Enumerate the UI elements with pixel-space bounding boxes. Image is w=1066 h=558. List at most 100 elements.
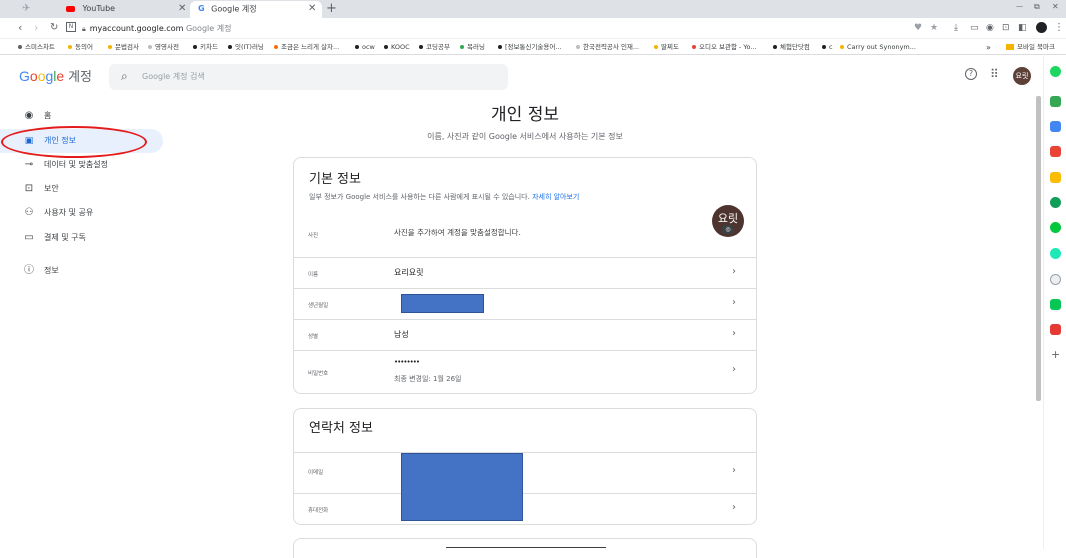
chevron-right-icon: › — [732, 297, 736, 308]
bookmark-item[interactable]: 코딩공부 — [419, 40, 450, 55]
password-row[interactable]: 비밀번호 •••••••• 최종 변경일: 1월 26일 › — [294, 350, 756, 393]
gender-row[interactable]: 성별 남성 › — [294, 319, 756, 350]
extension-green-icon[interactable] — [1050, 66, 1061, 77]
add-extension-icon[interactable]: + — [1051, 348, 1060, 361]
extension-heart-icon[interactable]: ♥ — [914, 21, 922, 35]
extension-icon[interactable]: ⊡ — [1002, 21, 1010, 35]
bookmark-label: 복러닝 — [467, 43, 485, 51]
google-account-logo[interactable]: Google 계정 — [19, 68, 92, 85]
bookmark-item[interactable]: 체험단닷컴 — [773, 40, 810, 55]
nav-item-security[interactable]: ⊡ 보안 — [0, 177, 163, 201]
bookmark-item[interactable]: 딸찌도 — [654, 40, 679, 55]
birthday-row[interactable]: 생년월일 › — [294, 288, 756, 319]
nav-item-home[interactable]: ◉ 홈 — [0, 104, 163, 128]
bookmark-item[interactable]: 동의어 — [68, 40, 93, 55]
menu-icon[interactable]: ⋮ — [1054, 21, 1064, 35]
bookmark-item[interactable]: 영영사전 — [148, 40, 179, 55]
extension-blue-icon[interactable] — [1050, 121, 1061, 132]
learn-more-link[interactable]: 자세히 알아보기 — [532, 193, 579, 201]
extension-green-square-icon[interactable] — [1050, 96, 1061, 107]
page-scrollbar[interactable] — [1036, 96, 1041, 401]
extension-play-icon[interactable] — [1050, 248, 1061, 259]
bookmark-icon — [148, 45, 152, 49]
bookmark-icon — [193, 45, 197, 49]
bookmark-item[interactable]: [정보통신기술용어... — [498, 40, 562, 55]
bookmark-item[interactable]: 스미스차트 — [18, 40, 55, 55]
bookmark-item[interactable]: 복러닝 — [460, 40, 485, 55]
nav-item-label: 보안 — [44, 184, 59, 193]
bookmark-item[interactable]: 문법검사 — [108, 40, 139, 55]
row-label: 이름 — [308, 272, 319, 278]
bookmark-item[interactable]: 한국전력공사 인재... — [576, 40, 639, 55]
extension-red-badge-icon[interactable] — [1050, 324, 1061, 335]
bookmark-icon — [419, 45, 423, 49]
back-icon[interactable]: ‹ — [18, 21, 22, 35]
extension-yellow-icon[interactable] — [1050, 172, 1061, 183]
cast-icon[interactable]: ▭ — [970, 21, 979, 35]
address-bar[interactable]: 🔒︎ myaccount.google.com Google 계정 — [82, 20, 982, 37]
sidepanel-icon[interactable]: ◧ — [1018, 21, 1027, 35]
profile-icon[interactable] — [1036, 22, 1047, 33]
extension-line-icon[interactable] — [1050, 299, 1061, 310]
card-title: 기본 정보 — [309, 172, 361, 187]
bookmark-item[interactable]: c — [822, 40, 833, 55]
bookmark-icon — [355, 45, 359, 49]
phone-row[interactable]: 휴대전화 › — [294, 493, 756, 524]
bookmarks-more-button[interactable]: » — [986, 40, 991, 55]
new-tab-button[interactable]: + — [326, 0, 337, 17]
browser-side-panel: + — [1043, 56, 1066, 549]
tab-google-close-icon[interactable]: ✕ — [308, 1, 316, 17]
bookmark-item[interactable]: 조금은 느리게 살자... — [274, 40, 339, 55]
bookmark-label: 스미스차트 — [25, 43, 55, 51]
tab-youtube[interactable]: YouTube — [60, 1, 188, 18]
camera-icon[interactable]: ◉ — [986, 21, 994, 35]
avatar[interactable]: 요릿 — [1013, 67, 1031, 85]
nav-item-about[interactable]: ⓘ 정보 — [0, 259, 163, 283]
bookmark-star-icon[interactable]: ★ — [930, 21, 938, 35]
bookmark-item[interactable]: KOOC — [384, 40, 410, 55]
extension-chat-icon[interactable] — [1050, 222, 1061, 233]
bookmark-icon — [108, 45, 112, 49]
tab-youtube-title: YouTube — [82, 4, 116, 13]
restore-button[interactable]: ⧉ — [1034, 2, 1040, 12]
naver-ext-icon[interactable]: N — [66, 22, 76, 32]
tab-youtube-close-icon[interactable]: ✕ — [178, 1, 186, 17]
minimize-button[interactable]: — — [1016, 2, 1023, 10]
forward-icon[interactable]: › — [34, 21, 38, 35]
close-window-button[interactable]: ✕ — [1052, 2, 1059, 11]
profile-photo-avatar[interactable]: 요릿 ◎ — [712, 205, 744, 237]
lock-icon: 🔒︎ — [82, 25, 86, 33]
extension-edge-icon[interactable] — [1050, 197, 1061, 208]
bookmark-label: 체험단닷컴 — [780, 43, 810, 51]
bookmark-label: 조금은 느리게 살자... — [281, 43, 340, 51]
mobile-bookmarks-folder[interactable]: 모바일 북마크 — [1006, 40, 1055, 55]
help-icon[interactable]: ? — [965, 68, 977, 80]
bookmark-icon — [576, 45, 580, 49]
bookmark-icon — [228, 45, 232, 49]
tab-google-account[interactable]: G Google 계정 — [190, 1, 322, 18]
name-row[interactable]: 이름 요리요릿 › — [294, 257, 756, 288]
row-value: 사진을 추가하여 계정을 맞춤설정합니다. — [394, 228, 521, 237]
download-icon[interactable]: ⤓ — [954, 21, 958, 35]
apps-grid-icon[interactable]: ⠿ — [990, 68, 999, 80]
reload-icon[interactable]: ↻ — [50, 21, 58, 35]
bookmark-item[interactable]: Carry out Synonym... — [840, 40, 916, 55]
email-row[interactable]: 이메일 › — [294, 452, 756, 493]
bookmark-item[interactable]: ocw — [355, 40, 375, 55]
bookmark-item[interactable]: 오디오 보관함 - Yo... — [692, 40, 757, 55]
card-title: 연락처 정보 — [309, 421, 373, 436]
account-search-input[interactable]: ⌕ Google 계정 검색 — [109, 64, 508, 90]
bookmark-label: Carry out Synonym... — [847, 43, 916, 51]
bookmark-item[interactable]: 잇(IT)러닝 — [228, 40, 264, 55]
extension-red-icon[interactable] — [1050, 146, 1061, 157]
page-title: 개인 정보 — [491, 105, 559, 125]
nav-item-people-sharing[interactable]: ⚇ 사용자 및 공유 — [0, 201, 163, 225]
people-icon: ⚇ — [24, 207, 34, 218]
bookmark-icon — [68, 45, 72, 49]
bookmark-item[interactable]: 키차드 — [193, 40, 218, 55]
toggle-icon: ⊸ — [24, 159, 34, 170]
bookmark-icon — [692, 45, 696, 49]
photo-row[interactable]: 사진 사진을 추가하여 계정을 맞춤설정합니다. — [294, 211, 756, 257]
nav-item-payments[interactable]: ▭ 결제 및 구독 — [0, 226, 163, 250]
extension-face-icon[interactable] — [1050, 274, 1061, 285]
